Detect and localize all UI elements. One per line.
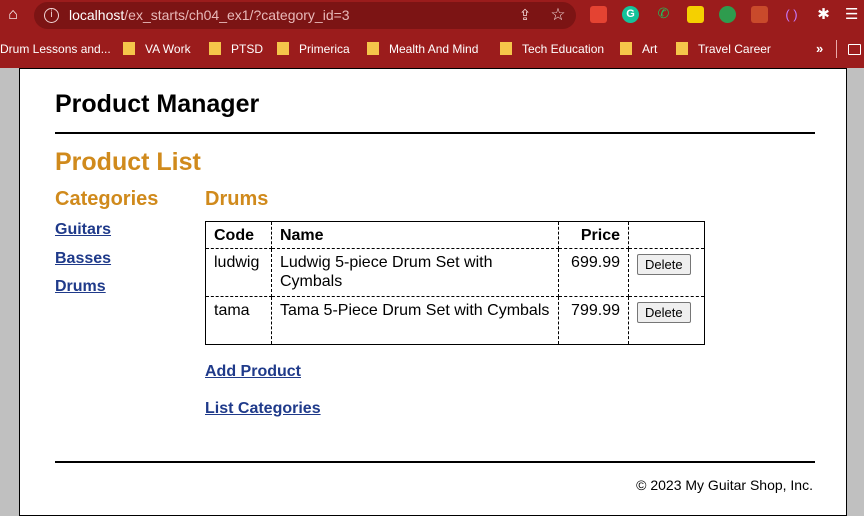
bookmark-item[interactable]: Tech Education xyxy=(500,41,604,57)
add-product-link[interactable]: Add Product xyxy=(205,363,301,381)
footer-copyright: © 2023 My Guitar Shop, Inc. xyxy=(636,477,813,493)
bookmarks-bar: Drum Lessons and... VA Work PTSD Primeri… xyxy=(0,36,864,62)
puzzle-icon[interactable]: ✱ xyxy=(815,6,832,23)
bookmarks-divider xyxy=(836,40,837,58)
column-header-code: Code xyxy=(205,221,272,249)
footer-divider xyxy=(55,461,815,463)
todoist-extension-icon[interactable] xyxy=(590,6,607,23)
bookmarks-more-button[interactable]: » xyxy=(816,41,823,56)
page-header-title: Product Manager xyxy=(55,90,260,118)
bookmark-label: Mealth And Mind xyxy=(389,42,479,56)
column-header-action xyxy=(627,221,706,249)
browser-chrome: ⌂ i localhost/ex_starts/ch04_ex1/?catego… xyxy=(0,0,864,68)
bookmark-label: Travel Career xyxy=(698,42,771,56)
header-divider xyxy=(55,132,815,134)
column-header-price: Price xyxy=(558,221,629,249)
bookmark-label: Drum Lessons and... xyxy=(0,42,111,56)
bookmark-item[interactable]: Travel Career xyxy=(676,41,771,57)
bookmark-item[interactable]: Mealth And Mind xyxy=(367,41,478,57)
url-path: /ex_starts/ch04_ex1/?category_id=3 xyxy=(124,7,350,23)
folder-icon xyxy=(209,42,221,55)
category-link-drums[interactable]: Drums xyxy=(55,278,106,296)
folder-icon xyxy=(367,42,379,55)
star-icon[interactable]: ☆ xyxy=(549,6,567,24)
page-content: Product Manager Product List Categories … xyxy=(19,68,847,516)
product-name: Tama 5-Piece Drum Set with Cymbals xyxy=(270,296,560,345)
table-header-row: Code Name Price xyxy=(205,221,706,249)
grammarly-extension-icon[interactable]: G xyxy=(622,6,639,23)
folder-icon xyxy=(277,42,289,55)
product-price: 699.99 xyxy=(558,248,629,297)
table-row: ludwig Ludwig 5-piece Drum Set with Cymb… xyxy=(205,248,706,297)
bookmark-label: Art xyxy=(642,42,658,56)
browser-toolbar: ⌂ i localhost/ex_starts/ch04_ex1/?catego… xyxy=(0,0,864,32)
bookmark-item[interactable]: VA Work xyxy=(123,41,191,57)
category-link-basses[interactable]: Basses xyxy=(55,250,111,268)
bookmark-label: Tech Education xyxy=(522,42,605,56)
bookmark-label: PTSD xyxy=(231,42,264,56)
products-table: Code Name Price ludwig Ludwig 5-piece Dr… xyxy=(205,221,706,345)
bookmark-item[interactable]: Drum Lessons and... xyxy=(0,41,111,57)
phone-extension-icon[interactable]: ✆ xyxy=(655,6,672,23)
share-icon[interactable]: ⇪ xyxy=(516,6,534,24)
category-link-guitars[interactable]: Guitars xyxy=(55,221,111,239)
folder-icon xyxy=(500,42,512,55)
home-icon[interactable]: ⌂ xyxy=(4,6,22,24)
action-cell: Delete xyxy=(627,296,706,345)
folder-icon xyxy=(123,42,135,55)
current-category-heading: Drums xyxy=(205,188,269,210)
address-bar[interactable]: i localhost/ex_starts/ch04_ex1/?category… xyxy=(34,2,576,29)
url-host: localhost xyxy=(69,7,125,23)
delete-button[interactable]: Delete xyxy=(636,254,691,275)
bookmark-item[interactable]: Primerica xyxy=(277,41,350,57)
url-text[interactable]: localhost/ex_starts/ch04_ex1/?category_i… xyxy=(69,7,350,23)
product-name: Ludwig 5-piece Drum Set with Cymbals xyxy=(270,248,560,297)
action-cell: Delete xyxy=(627,248,706,297)
categories-heading: Categories xyxy=(55,188,159,210)
product-code: ludwig xyxy=(205,248,272,297)
list-categories-link[interactable]: List Categories xyxy=(205,400,321,418)
menu-icon[interactable]: ☰ xyxy=(845,6,858,23)
info-icon[interactable]: i xyxy=(44,8,59,23)
folder-icon xyxy=(620,42,632,55)
bookmark-item[interactable]: PTSD xyxy=(209,41,263,57)
honey-extension-icon[interactable] xyxy=(687,6,704,23)
bookmark-label: Primerica xyxy=(299,42,350,56)
delete-button[interactable]: Delete xyxy=(636,302,691,323)
folder-icon xyxy=(676,42,688,55)
table-row: tama Tama 5-Piece Drum Set with Cymbals … xyxy=(205,296,706,345)
product-price: 799.99 xyxy=(558,296,629,345)
bot-extension-icon[interactable] xyxy=(719,6,736,23)
parentheses-extension-icon[interactable]: ( ) xyxy=(783,6,800,23)
other-bookmarks-icon[interactable] xyxy=(848,44,861,55)
page-title: Product List xyxy=(55,148,201,176)
bookmark-item[interactable]: Art xyxy=(620,41,657,57)
bookmark-label: VA Work xyxy=(145,42,191,56)
product-code: tama xyxy=(205,296,272,345)
column-header-name: Name xyxy=(270,221,560,249)
reader-extension-icon[interactable] xyxy=(751,6,768,23)
